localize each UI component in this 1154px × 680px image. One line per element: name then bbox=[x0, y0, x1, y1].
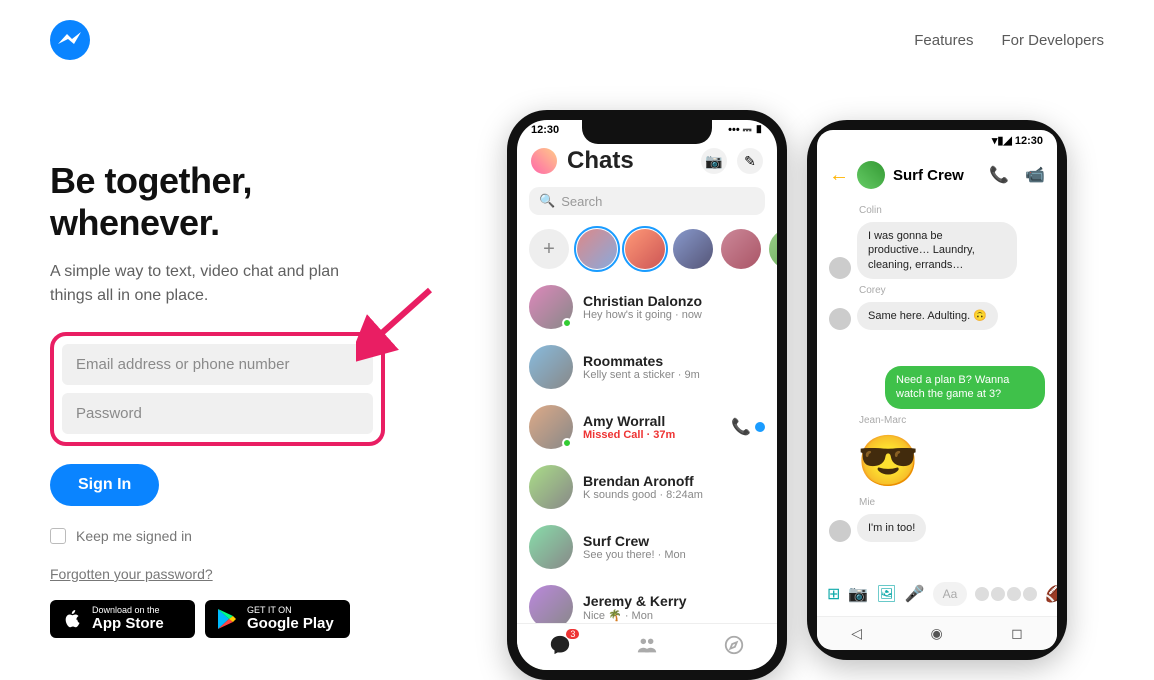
chat-name: Christian Dalonzo bbox=[583, 293, 755, 309]
like-icon: 🏈 bbox=[1045, 584, 1057, 604]
gallery-icon: 🖼 bbox=[876, 584, 896, 604]
android-mockup: ▾▮◢ 12:30 ← Surf Crew 📞 📹 Colin I was go… bbox=[807, 120, 1067, 660]
signal-icon: ••• ⎓ ▮ bbox=[728, 124, 763, 137]
login-highlight-box bbox=[50, 332, 385, 446]
tab-people-icon bbox=[634, 632, 660, 658]
google-play-big: Google Play bbox=[247, 616, 334, 633]
forgot-password-link[interactable]: Forgotten your password? bbox=[50, 566, 430, 582]
nav-features[interactable]: Features bbox=[914, 32, 973, 49]
keep-signed-in-label: Keep me signed in bbox=[76, 528, 192, 544]
story bbox=[721, 229, 761, 269]
stories-row: + bbox=[517, 221, 777, 277]
compose-input: Aa bbox=[933, 582, 968, 606]
chat-row: Surf Crew See you there! · Mon bbox=[529, 517, 765, 577]
app-store-button[interactable]: Download on the App Store bbox=[50, 600, 195, 638]
mic-icon: 🎤 bbox=[905, 584, 925, 604]
chat-preview: Hey how's it going · now bbox=[583, 309, 755, 321]
chat-row: Roommates Kelly sent a sticker · 9m bbox=[529, 337, 765, 397]
emoji-sticker: 😎 bbox=[857, 432, 1045, 491]
story bbox=[673, 229, 713, 269]
hero-heading: Be together, whenever. bbox=[50, 160, 430, 244]
apps-icon: ⊞ bbox=[827, 584, 840, 604]
conversation-avatar bbox=[857, 161, 885, 189]
call-icon: 📞 bbox=[989, 165, 1009, 185]
chat-preview: See you there! · Mon bbox=[583, 549, 755, 561]
chat-name: Brendan Aronoff bbox=[583, 473, 755, 489]
camera-icon: 📷 bbox=[701, 148, 727, 174]
google-play-button[interactable]: GET IT ON Google Play bbox=[205, 600, 350, 638]
messenger-logo[interactable] bbox=[50, 20, 90, 60]
tab-chats-icon: 3 bbox=[547, 632, 573, 658]
search-icon: 🔍 bbox=[539, 193, 555, 209]
story-add: + bbox=[529, 229, 569, 269]
video-icon: 📹 bbox=[1025, 165, 1045, 185]
hero-subtitle: A simple way to text, video chat and pla… bbox=[50, 260, 370, 308]
sender-label: Jean-Marc bbox=[859, 415, 1045, 426]
story bbox=[625, 229, 665, 269]
story bbox=[769, 229, 777, 269]
chat-avatar bbox=[529, 405, 573, 449]
chat-name: Amy Worrall bbox=[583, 413, 721, 429]
chat-name: Jeremy & Kerry bbox=[583, 593, 755, 609]
avatar bbox=[829, 257, 851, 279]
sender-label: Colin bbox=[859, 205, 1045, 216]
chat-preview: K sounds good · 8:24am bbox=[583, 489, 755, 501]
avatar bbox=[829, 308, 851, 330]
compose-icon: ✎ bbox=[737, 148, 763, 174]
message-bubble: Need a plan B? Wanna watch the game at 3… bbox=[885, 366, 1045, 409]
email-field[interactable] bbox=[62, 344, 373, 385]
message-bubble: Same here. Adulting. 🙃 bbox=[857, 302, 998, 330]
search-bar: 🔍 Search bbox=[529, 187, 765, 215]
message-bubble: I'm in too! bbox=[857, 514, 926, 542]
chat-avatar bbox=[529, 345, 573, 389]
chat-preview: Nice 🌴 · Mon bbox=[583, 609, 755, 622]
nav-home-icon: ◉ bbox=[930, 625, 942, 642]
tab-discover-icon bbox=[721, 632, 747, 658]
chat-preview: Kelly sent a sticker · 9m bbox=[583, 369, 755, 381]
chat-row: Christian Dalonzo Hey how's it going · n… bbox=[529, 277, 765, 337]
story bbox=[577, 229, 617, 269]
chat-preview: Missed Call · 37m bbox=[583, 429, 721, 441]
chat-name: Roommates bbox=[583, 353, 755, 369]
signal-icon: ▾▮◢ bbox=[992, 134, 1012, 147]
sender-label: Corey bbox=[859, 285, 1045, 296]
nav-developers[interactable]: For Developers bbox=[1001, 32, 1104, 49]
conversation-title: Surf Crew bbox=[893, 167, 973, 184]
profile-avatar bbox=[531, 148, 557, 174]
sender-label: Mie bbox=[859, 497, 1045, 508]
chat-name: Surf Crew bbox=[583, 533, 755, 549]
password-field[interactable] bbox=[62, 393, 373, 434]
apple-icon bbox=[60, 607, 84, 631]
chat-avatar bbox=[529, 525, 573, 569]
chat-avatar bbox=[529, 285, 573, 329]
keep-signed-in-checkbox[interactable] bbox=[50, 528, 66, 544]
avatar bbox=[829, 520, 851, 542]
nav-recent-icon: ◻ bbox=[1011, 625, 1023, 642]
back-icon: ← bbox=[829, 164, 849, 187]
nav-back-icon: ◁ bbox=[851, 625, 862, 642]
chat-row: Brendan Aronoff K sounds good · 8:24am bbox=[529, 457, 765, 517]
android-time: 12:30 bbox=[1015, 135, 1043, 147]
hero-image: 12:30 ••• ⎓ ▮ Chats 📷 ✎ 🔍 Search + bbox=[470, 80, 1104, 680]
google-play-icon bbox=[215, 607, 239, 631]
chat-row: Amy Worrall Missed Call · 37m 📞 bbox=[529, 397, 765, 457]
search-placeholder: Search bbox=[561, 194, 602, 209]
call-icon: 📞 bbox=[731, 417, 751, 437]
app-store-big: App Store bbox=[92, 616, 164, 633]
iphone-time: 12:30 bbox=[531, 124, 559, 137]
chats-title: Chats bbox=[567, 147, 691, 175]
iphone-mockup: 12:30 ••• ⎓ ▮ Chats 📷 ✎ 🔍 Search + bbox=[507, 110, 787, 680]
message-bubble: I was gonna be productive… Laundry, clea… bbox=[857, 222, 1017, 279]
camera-icon: 📷 bbox=[848, 584, 868, 604]
badge: 3 bbox=[566, 629, 579, 639]
chat-avatar bbox=[529, 465, 573, 509]
signin-button[interactable]: Sign In bbox=[50, 464, 159, 506]
